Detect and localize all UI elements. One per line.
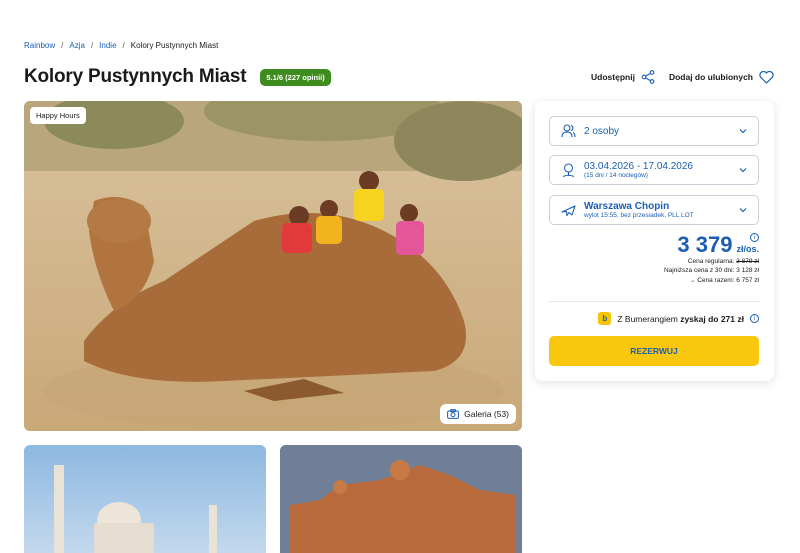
gallery-label: Galeria (53) xyxy=(464,409,509,419)
thumbnail-photo-taj-mahal xyxy=(54,465,217,553)
chevron-down-icon xyxy=(739,129,747,134)
thumbnail-photo-fort xyxy=(280,445,522,553)
palm-calendar-icon xyxy=(560,162,576,178)
title-row: Kolory Pustynnych Miast 5.1/6 (227 opini… xyxy=(24,66,331,88)
dates-value: 03.04.2026 - 17.04.2026 xyxy=(584,160,693,172)
heart-icon xyxy=(759,70,774,84)
hero-image[interactable]: Happy Hours Galeria (53) xyxy=(24,101,522,431)
price-value: 3 379 xyxy=(677,232,733,257)
rating-badge[interactable]: 5.1/6 (227 opinii) xyxy=(260,68,331,86)
bumerang-logo-icon: b xyxy=(598,312,612,325)
header-actions: Udostępnij Dodaj do ulubionych xyxy=(591,70,774,84)
breadcrumb-separator: / xyxy=(61,41,64,50)
plane-icon xyxy=(560,202,576,218)
chevron-down-icon xyxy=(739,168,747,173)
chevron-down-icon: ⌄ xyxy=(689,277,696,284)
price-unit: zł/os. xyxy=(736,244,759,254)
breadcrumb-current: Kolory Pustynnych Miast xyxy=(130,41,219,50)
breadcrumb-link-azja[interactable]: Azja xyxy=(69,41,85,50)
breadcrumb-separator: / xyxy=(122,41,125,50)
bumerang-prefix: Z Bumerangiem xyxy=(617,313,678,324)
share-icon xyxy=(641,70,655,84)
gallery-thumbnail-fort[interactable] xyxy=(280,445,522,553)
breadcrumb-separator: / xyxy=(90,41,94,50)
persons-value: 2 osoby xyxy=(584,125,620,137)
bumerang-promo: b Z Bumerangiem zyskaj do 271 zł i xyxy=(598,312,759,325)
favorite-button[interactable]: Dodaj do ulubionych xyxy=(668,70,774,84)
bumerang-info-icon[interactable]: i xyxy=(750,314,759,323)
regular-price-value: 3 879 zł xyxy=(736,258,759,265)
regular-price-label: Cena regularna: xyxy=(687,258,735,265)
dates-duration: (15 dni / 14 noclegów) xyxy=(584,171,648,179)
divider xyxy=(549,301,760,302)
departure-selector[interactable]: Warszawa Chopin wylot 15:55, bez przesia… xyxy=(549,195,759,225)
price-info-icon[interactable]: i xyxy=(750,233,759,242)
lowest-price-30-days: Najniższa cena z 30 dni: 3 128 zł xyxy=(663,267,759,274)
price-block: 3 379 i zł/os. Cena regularna: 3 879 zł … xyxy=(664,233,759,284)
breadcrumb-link-rainbow[interactable]: Rainbow xyxy=(24,41,55,50)
camera-icon xyxy=(447,409,460,419)
reserve-button[interactable]: REZERWUJ xyxy=(549,336,759,366)
regular-price: Cena regularna: 3 879 zł xyxy=(664,258,759,265)
chevron-down-icon xyxy=(739,208,747,213)
people-icon xyxy=(560,123,576,139)
departure-details: wylot 15:55, bez przesiadek, PLL LOT xyxy=(584,211,694,219)
breadcrumb-link-indie[interactable]: Indie xyxy=(99,41,116,50)
gallery-thumbnail-taj-mahal[interactable] xyxy=(24,445,266,553)
dates-selector[interactable]: 03.04.2026 - 17.04.2026 (15 dni / 14 noc… xyxy=(549,155,759,185)
page-title: Kolory Pustynnych Miast xyxy=(24,66,247,87)
booking-panel: 2 osoby 03.04.2026 - 17.04.2026 (15 dni … xyxy=(535,101,774,381)
persons-selector[interactable]: 2 osoby xyxy=(549,116,759,146)
total-price-value: Cena razem: 6 757 zł xyxy=(697,277,759,284)
hero-photo-camel-desert xyxy=(24,101,522,431)
gallery-button[interactable]: Galeria (53) xyxy=(440,404,516,424)
share-label: Udostępnij xyxy=(591,72,635,82)
breadcrumb: Rainbow / Azja / Indie / Kolory Pustynny… xyxy=(24,41,218,50)
total-price[interactable]: ⌄ Cena razem: 6 757 zł xyxy=(664,276,759,284)
happy-hours-tag: Happy Hours xyxy=(30,107,86,124)
departure-airport: Warszawa Chopin xyxy=(584,200,670,212)
share-button[interactable]: Udostępnij xyxy=(591,70,655,84)
favorite-label: Dodaj do ulubionych xyxy=(668,72,753,82)
bumerang-bonus: zyskaj do 271 zł xyxy=(680,313,744,324)
